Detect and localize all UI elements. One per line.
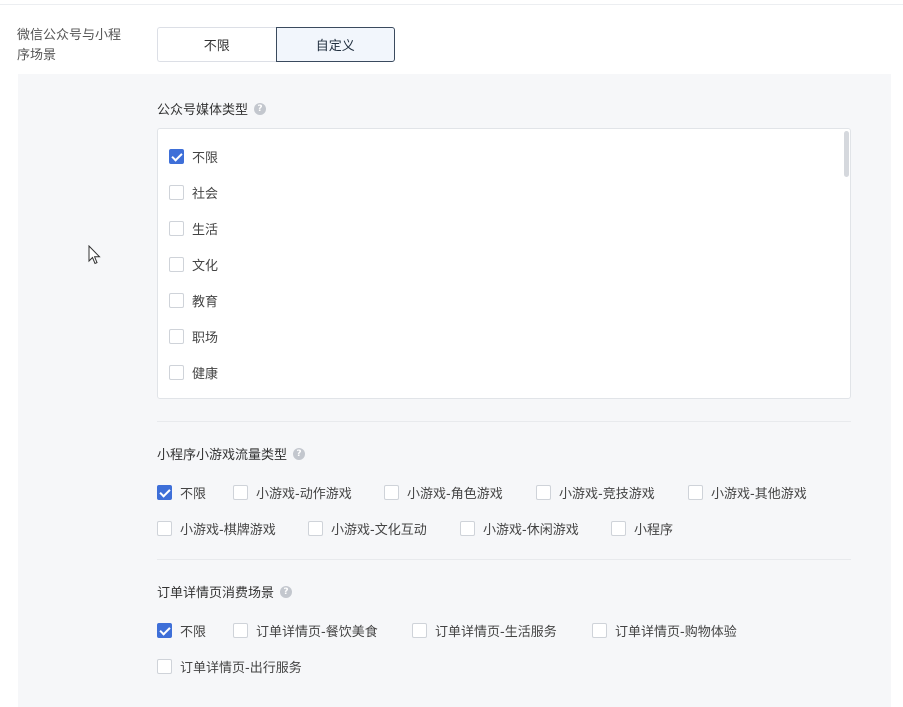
order-scene-item[interactable]: 订单详情页-出行服务: [157, 657, 302, 676]
order-scene-title: 订单详情页消费场景: [157, 582, 293, 601]
mini-traffic-item[interactable]: 小程序: [611, 519, 673, 538]
order-scene-title-text: 订单详情页消费场景: [157, 586, 275, 601]
mini-traffic-item[interactable]: 小游戏-文化互动: [308, 519, 427, 538]
order-scene-item-label: 订单详情页-餐饮美食: [256, 625, 378, 640]
order-scene-item-label: 不限: [180, 625, 207, 640]
mini-traffic-item[interactable]: 小游戏-棋牌游戏: [157, 519, 276, 538]
media-type-item[interactable]: 职场: [169, 327, 218, 346]
option-custom-button[interactable]: 自定义: [275, 27, 395, 62]
checkbox-checked-icon[interactable]: [157, 623, 172, 638]
help-icon[interactable]: [254, 102, 267, 116]
mini-traffic-item[interactable]: 小游戏-竞技游戏: [536, 483, 655, 502]
checkbox-checked-icon[interactable]: [157, 485, 172, 500]
mini-traffic-item-label: 小游戏-角色游戏: [407, 487, 503, 502]
mini-traffic-item[interactable]: 小游戏-其他游戏: [688, 483, 807, 502]
checkbox-icon[interactable]: [460, 521, 475, 536]
media-type-item-label: 文化: [192, 259, 219, 274]
mini-traffic-item-label: 小游戏-其他游戏: [711, 487, 807, 502]
checkbox-icon[interactable]: [157, 521, 172, 536]
checkbox-icon[interactable]: [157, 659, 172, 674]
media-type-item[interactable]: 健康: [169, 363, 218, 382]
checkbox-icon[interactable]: [169, 365, 184, 380]
order-scene-item[interactable]: 不限: [157, 621, 206, 640]
checkbox-icon[interactable]: [308, 521, 323, 536]
section-divider: [157, 559, 851, 560]
field-label: 微信公众号与小程序场景: [17, 28, 122, 63]
checkbox-icon[interactable]: [536, 485, 551, 500]
checkbox-icon[interactable]: [169, 257, 184, 272]
order-scene-item[interactable]: 订单详情页-餐饮美食: [233, 621, 378, 640]
checkbox-icon[interactable]: [169, 329, 184, 344]
option-unlimited-button[interactable]: 不限: [157, 27, 276, 62]
media-type-item[interactable]: 生活: [169, 219, 218, 238]
media-type-item-label: 不限: [192, 151, 219, 166]
checkbox-icon[interactable]: [169, 221, 184, 236]
checkbox-icon[interactable]: [412, 623, 427, 638]
order-scene-item[interactable]: 订单详情页-生活服务: [412, 621, 557, 640]
checkbox-icon[interactable]: [592, 623, 607, 638]
mini-traffic-item-label: 小游戏-棋牌游戏: [180, 523, 276, 538]
order-scene-item-label: 订单详情页-生活服务: [435, 625, 557, 640]
mini-traffic-item-label: 小游戏-动作游戏: [256, 487, 352, 502]
mini-traffic-item-label: 小游戏-竞技游戏: [559, 487, 655, 502]
checkbox-icon[interactable]: [233, 623, 248, 638]
top-divider: [0, 4, 903, 5]
media-type-item-label: 健康: [192, 367, 219, 382]
list-scrollbar[interactable]: [842, 129, 850, 398]
media-type-item[interactable]: 不限: [169, 147, 218, 166]
mouse-cursor-icon: [88, 245, 101, 265]
checkbox-icon[interactable]: [688, 485, 703, 500]
media-type-item[interactable]: 社会: [169, 183, 218, 202]
help-icon[interactable]: [293, 447, 306, 461]
media-type-list[interactable]: 不限 社会 生活 文化 教育 职场 健康: [157, 128, 851, 399]
order-scene-item[interactable]: 订单详情页-购物体验: [592, 621, 737, 640]
checkbox-icon[interactable]: [384, 485, 399, 500]
section-divider: [157, 421, 851, 422]
media-type-title: 公众号媒体类型: [157, 99, 267, 118]
mini-traffic-item[interactable]: 小游戏-角色游戏: [384, 483, 503, 502]
mini-traffic-item-label: 小游戏-休闲游戏: [483, 523, 579, 538]
media-type-item-label: 教育: [192, 295, 219, 310]
scene-mode-selector: 不限 自定义: [157, 27, 395, 62]
media-type-item[interactable]: 文化: [169, 255, 218, 274]
mini-traffic-item-label: 不限: [180, 487, 207, 502]
mini-traffic-item[interactable]: 小游戏-休闲游戏: [460, 519, 579, 538]
order-scene-item-label: 订单详情页-购物体验: [615, 625, 737, 640]
mini-traffic-title-text: 小程序小游戏流量类型: [157, 448, 288, 463]
checkbox-icon[interactable]: [233, 485, 248, 500]
mini-traffic-item-label: 小游戏-文化互动: [331, 523, 427, 538]
media-type-item-label: 生活: [192, 223, 219, 238]
media-type-title-text: 公众号媒体类型: [157, 103, 249, 118]
checkbox-checked-icon[interactable]: [169, 149, 184, 164]
media-type-item-label: 职场: [192, 331, 219, 346]
mini-traffic-item[interactable]: 不限: [157, 483, 206, 502]
media-type-item-label: 社会: [192, 187, 219, 202]
checkbox-icon[interactable]: [611, 521, 626, 536]
checkbox-icon[interactable]: [169, 293, 184, 308]
help-icon[interactable]: [280, 585, 293, 599]
checkbox-icon[interactable]: [169, 185, 184, 200]
media-type-item[interactable]: 教育: [169, 291, 218, 310]
scroll-thumb[interactable]: [844, 131, 849, 177]
mini-traffic-item-label: 小程序: [634, 523, 674, 538]
mini-traffic-item[interactable]: 小游戏-动作游戏: [233, 483, 352, 502]
mini-traffic-title: 小程序小游戏流量类型: [157, 444, 306, 463]
order-scene-item-label: 订单详情页-出行服务: [180, 661, 302, 676]
